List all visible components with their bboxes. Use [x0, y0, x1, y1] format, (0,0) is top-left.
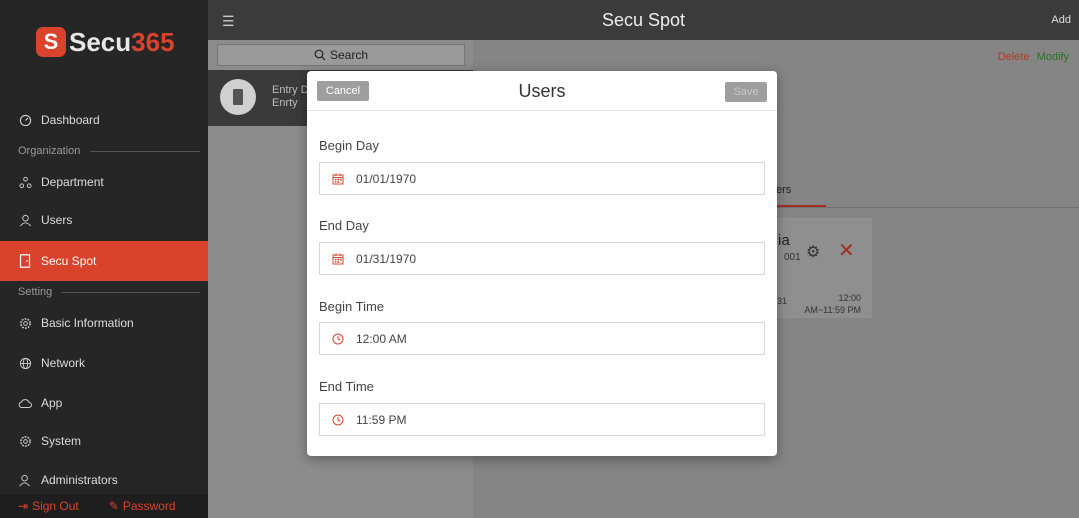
spot-name: Entry D	[272, 84, 309, 96]
sidebar-item-app[interactable]: App	[0, 383, 208, 423]
cloud-icon	[18, 396, 32, 410]
sign-out-link[interactable]: Sign Out	[32, 499, 79, 513]
calendar-icon	[332, 253, 344, 265]
search-icon	[314, 49, 326, 61]
begin-day-value: 01/01/1970	[356, 171, 417, 186]
section-setting: Setting	[18, 285, 200, 299]
page-title: Secu Spot	[601, 10, 686, 30]
modal-title: Users	[518, 81, 566, 101]
user-date: 31	[777, 296, 788, 306]
user-time-range: 12:00 AM~11:59 PM	[804, 293, 861, 315]
password-link[interactable]: Password	[123, 499, 176, 513]
begin-time-field[interactable]: 12:00 AM	[319, 322, 765, 355]
top-bar: ☰ Secu Spot Add	[208, 0, 1079, 40]
add-button[interactable]: Add	[1051, 14, 1071, 26]
end-time-value: 11:59 PM	[356, 412, 407, 427]
section-label: Organization	[18, 145, 81, 157]
sign-out-icon: ⇥	[18, 499, 29, 513]
modify-button[interactable]: Modify	[1037, 51, 1069, 63]
sidebar-item-label: Department	[41, 175, 104, 189]
begin-time-label: Begin Time	[319, 299, 385, 314]
sidebar-item-label: App	[41, 396, 63, 410]
modal-header: Cancel Users Save	[307, 71, 777, 111]
sidebar-item-department[interactable]: Department	[0, 162, 208, 202]
department-icon	[18, 175, 32, 189]
spot-subtitle: Enrty	[272, 97, 298, 109]
sidebar-item-users[interactable]: Users	[0, 200, 208, 240]
sidebar-footer: ⇥ Sign Out ✎ Password	[0, 494, 208, 518]
sidebar-item-label: Administrators	[41, 473, 118, 487]
save-button[interactable]: Save	[725, 82, 767, 102]
begin-day-field[interactable]: 01/01/1970	[319, 162, 765, 195]
door-icon	[220, 79, 256, 115]
sidebar-item-label: System	[41, 434, 82, 448]
sidebar-item-label: Basic Information	[41, 316, 134, 330]
logo-badge: S	[36, 27, 66, 57]
end-day-value: 01/31/1970	[356, 251, 417, 266]
sidebar-item-basic-information[interactable]: Basic Information	[0, 303, 208, 343]
end-day-label: End Day	[319, 218, 369, 233]
sidebar: S Secu 365 Dashboard Organization Depart…	[0, 0, 208, 518]
logo-number: 365	[131, 26, 175, 57]
sidebar-item-label: Dashboard	[41, 113, 100, 127]
search-label: Search	[329, 48, 369, 62]
section-organization: Organization	[18, 144, 200, 158]
close-icon[interactable]: ✕	[838, 238, 855, 263]
sidebar-item-network[interactable]: Network	[0, 343, 208, 383]
gear-icon	[18, 316, 32, 330]
door-icon	[18, 254, 32, 268]
clock-icon	[332, 333, 344, 345]
admin-icon	[18, 473, 32, 487]
search-input[interactable]: Search	[217, 44, 465, 66]
begin-time-value: 12:00 AM	[356, 331, 407, 346]
logo-text: Secu	[69, 26, 132, 57]
user-icon	[18, 213, 32, 227]
sidebar-item-label: Users	[41, 213, 73, 227]
gear-icon[interactable]: ⚙	[806, 242, 820, 262]
users-modal: Cancel Users Save Begin Day 01/01/1970 E…	[307, 71, 777, 456]
list-item-text: Entry D Enrty	[272, 84, 309, 110]
sidebar-item-label: Secu Spot	[41, 254, 97, 268]
end-time-label: End Time	[319, 379, 374, 394]
section-label: Setting	[18, 286, 53, 298]
gear-icon	[18, 434, 32, 448]
brand-logo: S Secu 365	[36, 20, 175, 64]
delete-button[interactable]: Delete	[998, 51, 1030, 63]
end-time-field[interactable]: 11:59 PM	[319, 403, 765, 436]
dashboard-icon	[18, 113, 32, 127]
begin-day-label: Begin Day	[319, 138, 379, 153]
detail-actions: Delete Modify	[998, 51, 1069, 63]
sidebar-item-system[interactable]: System	[0, 421, 208, 461]
sidebar-item-secu-spot[interactable]: Secu Spot	[0, 241, 208, 281]
sidebar-item-dashboard[interactable]: Dashboard	[0, 100, 208, 140]
globe-icon	[18, 356, 32, 370]
user-name: ia	[778, 232, 790, 249]
sidebar-item-label: Network	[41, 356, 86, 370]
clock-icon	[332, 414, 344, 426]
tab-users[interactable]: ers	[776, 184, 791, 196]
password-icon: ✎	[108, 499, 119, 513]
divider	[62, 291, 200, 293]
divider	[90, 150, 200, 152]
end-day-field[interactable]: 01/31/1970	[319, 242, 765, 275]
user-id: 001	[784, 252, 801, 263]
calendar-icon	[332, 173, 344, 185]
